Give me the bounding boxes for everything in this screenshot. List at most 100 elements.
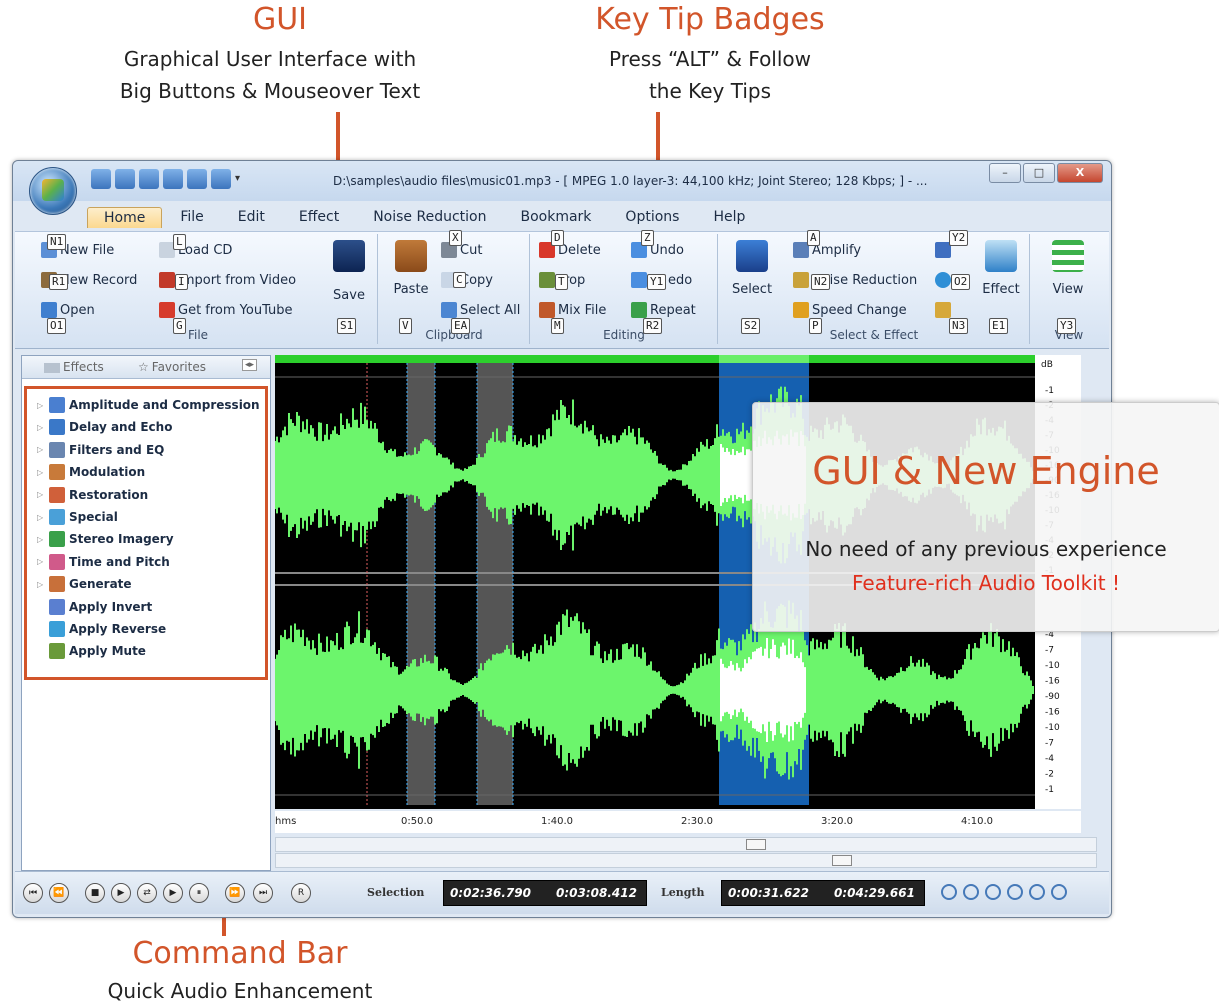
- db-tick-label: -2: [1045, 770, 1054, 780]
- effects-tree-item[interactable]: ▷ Modulation: [37, 464, 145, 481]
- effects-tree-item[interactable]: ▷ Special: [37, 509, 118, 525]
- zoom-out-icon[interactable]: [963, 884, 979, 900]
- paste-button[interactable]: Paste: [389, 240, 433, 297]
- effects-tree-item[interactable]: ▷ Restoration: [37, 486, 149, 503]
- expand-arrow-icon[interactable]: ▷: [37, 445, 45, 454]
- play-selection-button[interactable]: ▶: [163, 883, 183, 903]
- select-button[interactable]: Select: [727, 240, 777, 297]
- effects-tree-item[interactable]: ▷ Filters and EQ: [37, 441, 165, 458]
- effects-tree-item[interactable]: ▷ Generate: [37, 576, 132, 593]
- effect-button[interactable]: Effect: [977, 240, 1025, 297]
- undo-button[interactable]: Undo: [631, 242, 684, 258]
- youtube-label: Get from YouTube: [178, 302, 293, 318]
- expand-arrow-icon[interactable]: ▷: [37, 423, 45, 432]
- zoom-in-icon[interactable]: [941, 884, 957, 900]
- keytip-y3: Y3: [1057, 318, 1077, 334]
- small-effect-button-2[interactable]: [935, 272, 951, 288]
- maximize-button[interactable]: □: [1023, 163, 1055, 183]
- keytip-x: X: [449, 230, 462, 246]
- expand-arrow-icon[interactable]: ▷: [37, 535, 45, 544]
- effects-tree-item[interactable]: ▷ Time and Pitch: [37, 553, 170, 570]
- tab-bookmark[interactable]: Bookmark: [504, 207, 607, 228]
- zoom-in-vertical-icon[interactable]: [1029, 884, 1045, 900]
- delete-button[interactable]: Delete: [539, 242, 601, 258]
- copy-button[interactable]: Copy: [441, 272, 493, 288]
- minimize-button[interactable]: –: [989, 163, 1021, 183]
- expand-arrow-icon[interactable]: ▷: [37, 490, 45, 499]
- tab-noise-reduction[interactable]: Noise Reduction: [357, 207, 502, 228]
- zoom-full-icon[interactable]: [1007, 884, 1023, 900]
- open-icon[interactable]: [115, 169, 135, 189]
- effects-tree-item[interactable]: ▷ Stereo Imagery: [37, 531, 174, 548]
- keytip-r2: R2: [643, 318, 663, 334]
- scroll-thumb-2[interactable]: [832, 855, 852, 866]
- tab-file[interactable]: File: [164, 207, 219, 228]
- window-controls: – □ X: [989, 163, 1103, 183]
- tab-favorites[interactable]: ☆ Favorites: [138, 360, 206, 374]
- effects-tree-item[interactable]: ▷ Delay and Echo: [37, 419, 172, 436]
- expand-arrow-icon[interactable]: ▷: [37, 468, 45, 477]
- view-icon: [1052, 240, 1084, 272]
- save-icon[interactable]: [139, 169, 159, 189]
- tab-effects[interactable]: Effects: [44, 360, 104, 374]
- expand-arrow-icon[interactable]: ▷: [37, 401, 45, 410]
- promo-overlay: GUI & New Engine No need of any previous…: [752, 402, 1219, 632]
- go-to-end-button[interactable]: ⏭: [253, 883, 273, 903]
- tab-help[interactable]: Help: [697, 207, 761, 228]
- effects-tree-item-label: Restoration: [69, 487, 149, 502]
- new-icon[interactable]: [91, 169, 111, 189]
- open-button[interactable]: Open: [41, 302, 95, 318]
- repeat-button[interactable]: Repeat: [631, 302, 696, 318]
- record-icon[interactable]: [211, 169, 231, 189]
- youtube-button[interactable]: Get from YouTube: [159, 302, 293, 318]
- save-button[interactable]: Save: [327, 240, 371, 303]
- tab-home[interactable]: Home: [87, 207, 163, 228]
- redo-icon[interactable]: [187, 169, 207, 189]
- effects-tree-item[interactable]: Apply Invert: [37, 598, 152, 615]
- view-button[interactable]: View: [1043, 240, 1093, 297]
- promo-line2: Feature-rich Audio Toolkit !: [851, 571, 1120, 595]
- keytip-v: V: [399, 318, 412, 334]
- close-button[interactable]: X: [1057, 163, 1103, 183]
- zoom-out-vertical-icon[interactable]: [1051, 884, 1067, 900]
- fast-forward-button[interactable]: ⏩: [225, 883, 245, 903]
- chevron-down-icon[interactable]: ▾: [235, 169, 249, 189]
- effects-tree-item[interactable]: Apply Mute: [37, 643, 146, 660]
- effects-tree-item[interactable]: ▷ Amplitude and Compression: [37, 397, 260, 413]
- tab-edit[interactable]: Edit: [222, 207, 281, 228]
- undo-icon[interactable]: [163, 169, 183, 189]
- loop-button[interactable]: ⇄: [137, 883, 157, 903]
- zoom-selection-icon[interactable]: [985, 884, 1001, 900]
- effects-tree-item-label: Stereo Imagery: [69, 532, 174, 547]
- tab-options[interactable]: Options: [609, 207, 695, 228]
- cut-button[interactable]: Cut: [441, 242, 482, 258]
- length-time-box[interactable]: 0:00:31.622 0:04:29.661: [721, 880, 925, 906]
- mix-file-button[interactable]: Mix File: [539, 302, 606, 318]
- small-effect-button-3[interactable]: [935, 302, 951, 318]
- pause-button[interactable]: ⏸: [189, 883, 209, 903]
- expand-arrow-icon[interactable]: ▷: [37, 580, 45, 589]
- go-to-start-button[interactable]: ⏮: [23, 883, 43, 903]
- timeline-ruler[interactable]: hms 0:50.0 1:40.0 2:30.0 3:20.0 4:10.0: [275, 811, 1081, 833]
- panel-nav-arrows[interactable]: ◂▸: [242, 359, 258, 371]
- scroll-thumb-1[interactable]: [746, 839, 766, 850]
- select-all-button[interactable]: Select All: [441, 302, 520, 318]
- select-all-icon: [441, 302, 457, 318]
- tab-effect[interactable]: Effect: [283, 207, 355, 228]
- app-menu-orb[interactable]: [29, 167, 77, 215]
- effects-tree-item-label: Filters and EQ: [69, 442, 165, 457]
- speed-change-button[interactable]: Speed Change: [793, 302, 907, 318]
- selection-time-box[interactable]: 0:02:36.790 0:03:08.412: [443, 880, 647, 906]
- rewind-button[interactable]: ⏪: [49, 883, 69, 903]
- play-button[interactable]: ▶: [111, 883, 131, 903]
- amplify-button[interactable]: Amplify: [793, 242, 861, 258]
- horizontal-scrollbar-2[interactable]: [275, 853, 1097, 868]
- stop-button[interactable]: ■: [85, 883, 105, 903]
- expand-arrow-icon[interactable]: ▷: [37, 557, 45, 566]
- expand-arrow-icon[interactable]: ▷: [37, 513, 45, 522]
- record-button[interactable]: R: [291, 883, 311, 903]
- effects-tree-item[interactable]: Apply Reverse: [37, 621, 166, 637]
- command-bar: Selection 0:02:36.790 0:03:08.412 Length…: [15, 871, 1109, 914]
- load-cd-button[interactable]: Load CD: [159, 242, 232, 258]
- horizontal-scrollbar-1[interactable]: [275, 837, 1097, 852]
